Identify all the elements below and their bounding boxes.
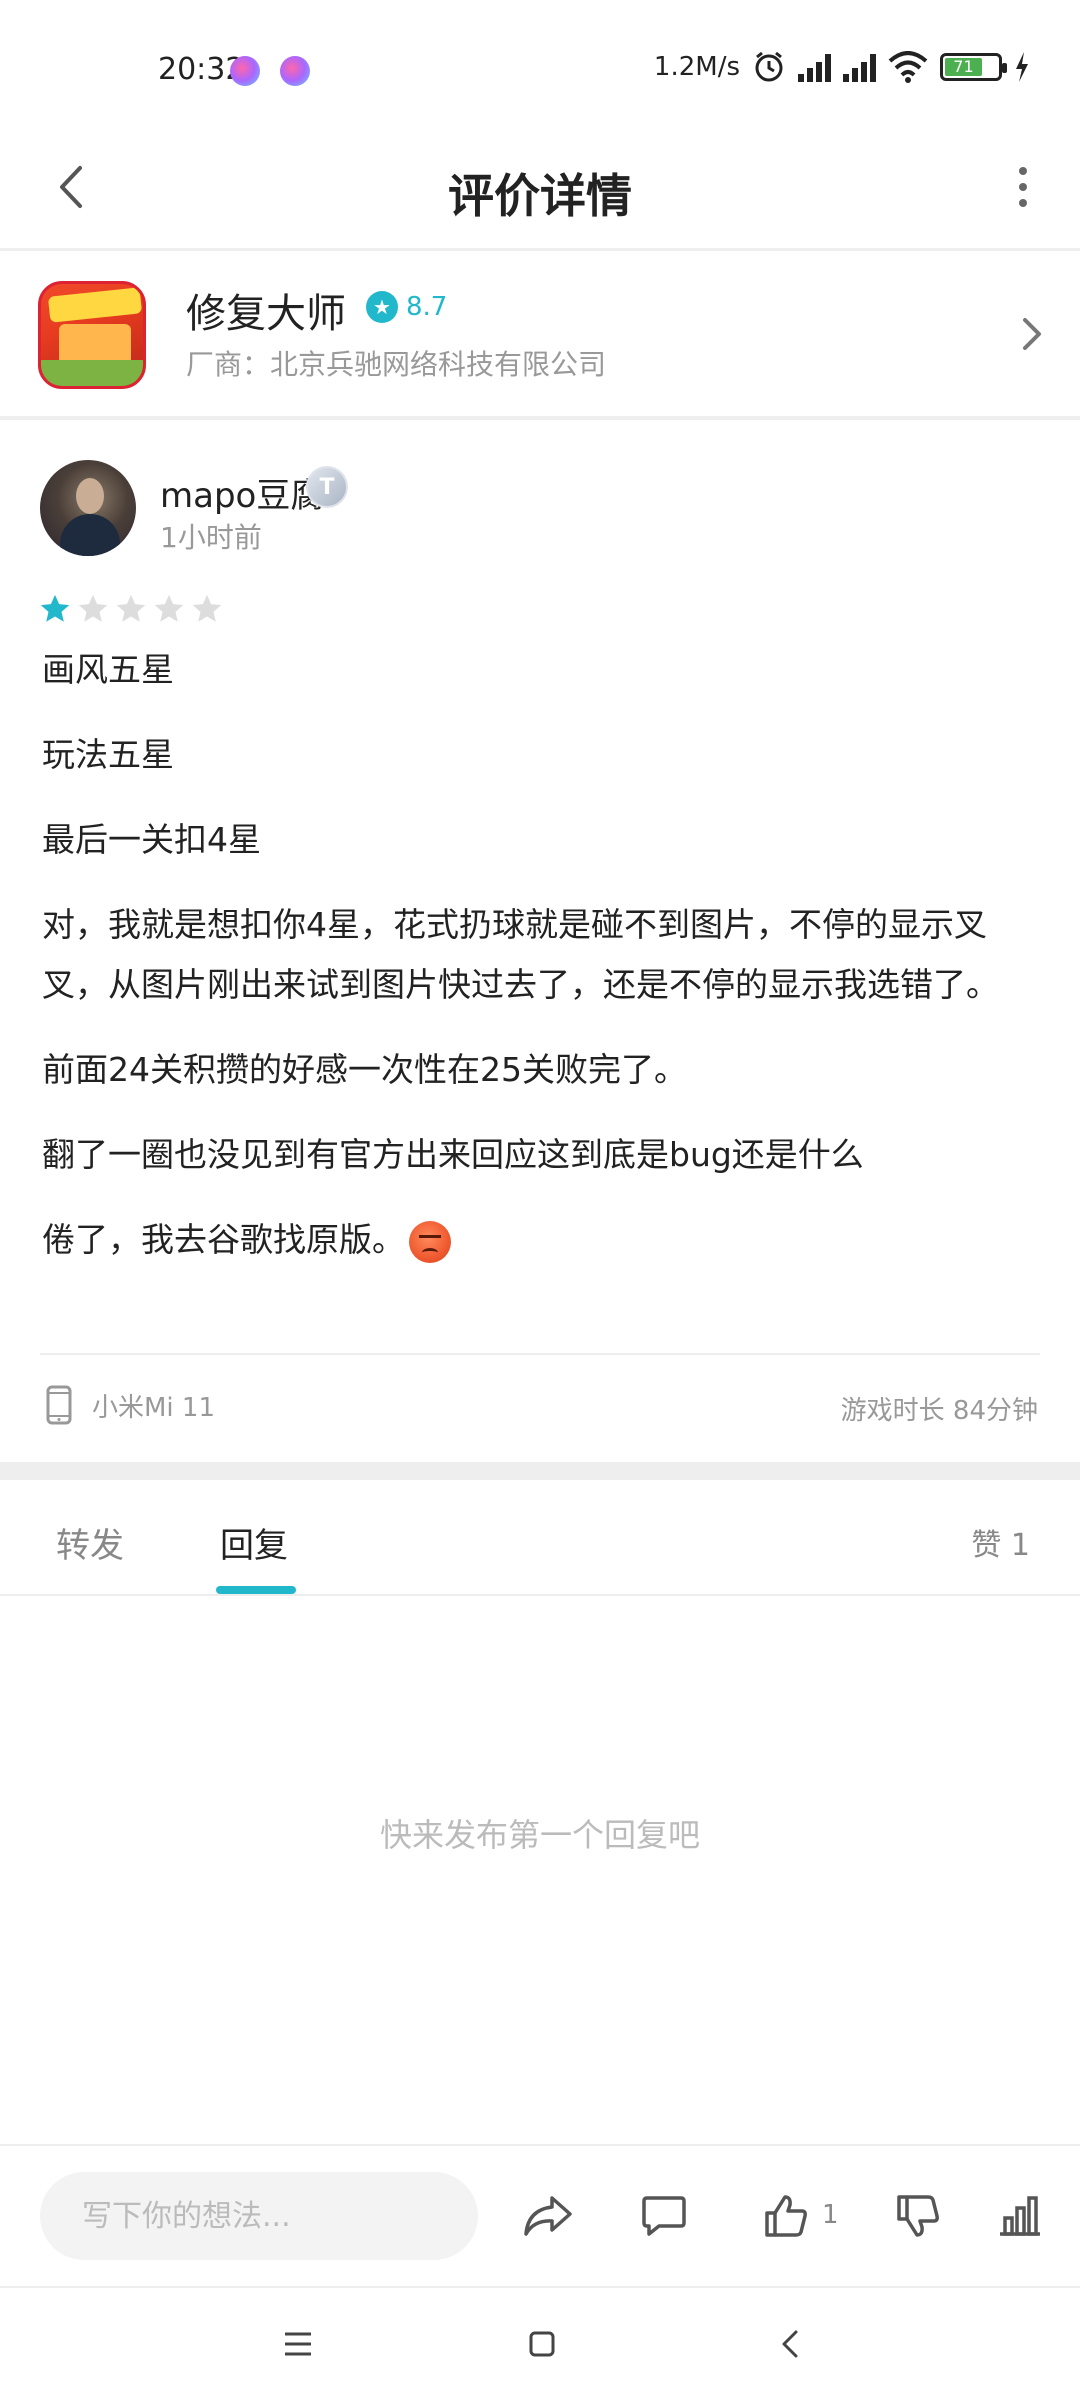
app-rating: ★ 8.7	[366, 291, 447, 323]
review-paragraph: 画风五星	[42, 650, 174, 689]
device-label: 小米Mi 11	[92, 1392, 216, 1423]
playtime: 游戏时长 84分钟	[840, 1396, 1038, 1426]
avatar[interactable]	[40, 460, 136, 556]
wifi-icon	[888, 51, 928, 83]
star-rating	[38, 592, 224, 626]
menu-icon	[285, 2332, 311, 2356]
network-speed: 1.2M/s	[653, 52, 740, 82]
stats-button[interactable]	[990, 2186, 1050, 2246]
divider	[0, 2144, 1080, 2146]
phone-icon	[46, 1385, 72, 1425]
bar-chart-icon	[1000, 2196, 1040, 2236]
notification-app-icon	[280, 56, 310, 86]
tab-active-indicator	[216, 1586, 296, 1594]
comment-input[interactable]	[40, 2172, 478, 2260]
review-paragraph: 翻了一圈也没见到有官方出来回应这到底是bug还是什么	[42, 1135, 864, 1174]
nav-header: 评价详情	[0, 130, 1080, 248]
thumbs-up-icon	[765, 2195, 807, 2237]
signal-icon	[843, 52, 876, 82]
review-paragraph: 前面24关积攒的好感一次性在25关败完了。	[42, 1050, 687, 1089]
star-empty-icon	[154, 594, 184, 622]
back-arrow-icon	[782, 2330, 798, 2358]
alarm-icon	[755, 51, 783, 82]
home-button[interactable]	[507, 2314, 577, 2374]
tab-like[interactable]: 赞 1	[971, 1520, 1030, 1564]
section-separator	[0, 1462, 1080, 1480]
review-paragraph: 最后一关扣4星	[42, 820, 261, 859]
square-icon	[529, 2331, 555, 2357]
app-vendor: 厂商：北京兵驰网络科技有限公司	[186, 348, 607, 381]
notification-icons	[230, 56, 310, 86]
rating-score: 8.7	[406, 292, 448, 322]
app-card[interactable]: 修复大师 ★ 8.7 厂商：北京兵驰网络科技有限公司	[0, 251, 1080, 416]
recent-apps-button[interactable]	[263, 2314, 333, 2374]
review-paragraph: 对，我就是想扣你4星，花式扔球就是碰不到图片，不停的显示叉叉，从图片刚出来试到图…	[42, 905, 999, 1004]
notification-app-icon	[230, 56, 260, 86]
tab-reply[interactable]: 回复	[220, 1518, 288, 1567]
divider	[0, 1594, 1080, 1596]
signal-icon	[798, 52, 831, 82]
star-empty-icon	[192, 594, 222, 622]
star-empty-icon	[116, 594, 146, 622]
review-paragraph: 玩法五星	[42, 735, 174, 774]
star-filled-icon	[40, 594, 70, 622]
review-paragraph: 倦了，我去谷歌找原版。	[42, 1210, 1042, 1270]
more-options-button[interactable]	[988, 152, 1058, 222]
device-info: 小米Mi 11	[46, 1385, 215, 1425]
level-badge: T	[306, 466, 348, 508]
reply-tabs: 转发 回复 赞 1	[0, 1480, 1080, 1596]
system-nav-bar	[0, 2288, 1080, 2400]
charging-icon	[1016, 52, 1028, 82]
thumbs-down-icon	[897, 2195, 939, 2237]
star-badge-icon: ★	[366, 291, 398, 323]
tab-forward[interactable]: 转发	[56, 1518, 124, 1567]
status-indicators: 1.2M/s 71	[654, 50, 1030, 84]
status-bar: 20:32 1.2M/s 71	[0, 0, 1080, 130]
angry-face-icon	[409, 1220, 451, 1263]
divider	[40, 1353, 1040, 1355]
dislike-button[interactable]	[888, 2186, 948, 2246]
username[interactable]: mapo豆腐	[160, 468, 324, 517]
review-text: 画风五星 玩法五星 最后一关扣4星 对，我就是想扣你4星，花式扔球就是碰不到图片…	[42, 640, 1042, 1295]
empty-state-message: 快来发布第一个回复吧	[379, 1816, 700, 1854]
system-back-button[interactable]	[755, 2314, 825, 2374]
like-button[interactable]	[756, 2186, 816, 2246]
app-name: 修复大师	[186, 291, 346, 337]
app-icon	[38, 281, 146, 389]
like-count: 1	[822, 2200, 839, 2230]
review-time: 1小时前	[160, 521, 262, 554]
chevron-right-icon	[1012, 309, 1052, 359]
comment-button[interactable]	[634, 2186, 694, 2246]
comment-icon	[642, 2196, 686, 2236]
more-vertical-icon	[1019, 167, 1027, 175]
share-icon	[524, 2196, 572, 2236]
battery-icon: 71	[940, 53, 1007, 81]
page-title: 评价详情	[448, 169, 632, 223]
divider	[0, 416, 1080, 420]
star-empty-icon	[78, 594, 108, 622]
share-button[interactable]	[518, 2186, 578, 2246]
